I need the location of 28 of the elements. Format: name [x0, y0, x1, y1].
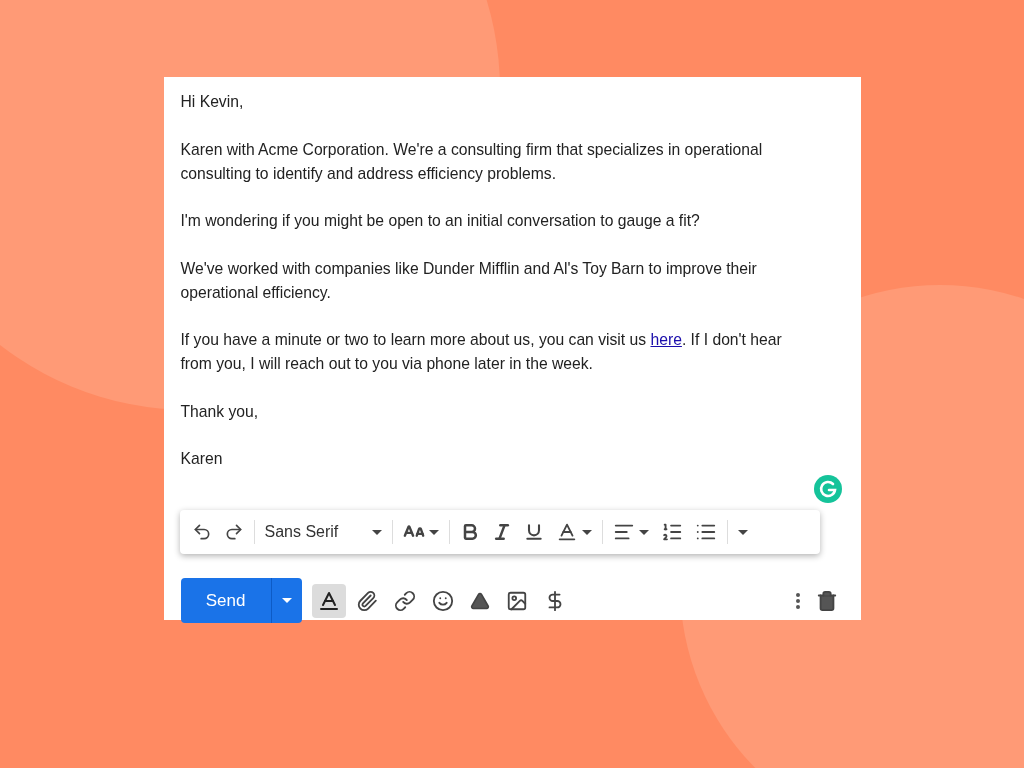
formatting-options-button[interactable] — [311, 583, 346, 618]
underline-icon — [524, 522, 545, 542]
caret-icon — [372, 529, 383, 535]
triangle-icon — [469, 590, 490, 611]
trash-icon — [815, 589, 838, 612]
send-button[interactable]: Send — [180, 578, 271, 623]
email-paragraph: If you have a minute or two to learn more about us, you can visit us here. If I don't hear from you, I will reach out to you via phone later in the week. — [180, 330, 783, 374]
undo-icon — [191, 522, 212, 542]
email-paragraph: Thank you, — [180, 401, 260, 422]
paperclip-icon — [355, 589, 378, 612]
email-paragraph: I'm wondering if you might be open to an initial conversation to gauge a fit? — [180, 211, 701, 231]
picture-icon — [505, 589, 528, 612]
smiley-icon — [431, 589, 454, 612]
caret-icon — [639, 529, 650, 535]
here-link[interactable]: here — [650, 331, 682, 348]
send-options-button[interactable] — [270, 578, 302, 623]
caret-icon — [281, 598, 292, 603]
email-paragraph: Karen — [180, 449, 224, 469]
font-dropdown[interactable]: Sans Serif — [258, 517, 389, 547]
more-icon — [795, 592, 800, 609]
email-paragraph: Hi Kevin, — [180, 92, 245, 112]
email-paragraph: We've worked with companies like Dunder Mifflin and Al's Toy Barn to improve their operational efficiency. — [180, 258, 758, 303]
caret-icon — [582, 529, 593, 535]
caret-icon — [429, 529, 440, 535]
numbered-list-icon — [661, 521, 684, 543]
link-icon — [393, 589, 416, 612]
caret-icon — [738, 529, 749, 535]
email-paragraph: Karen with Acme Corporation. We're a consulting firm that specializes in operational consulting to identify and address efficiency problems. — [180, 139, 764, 184]
